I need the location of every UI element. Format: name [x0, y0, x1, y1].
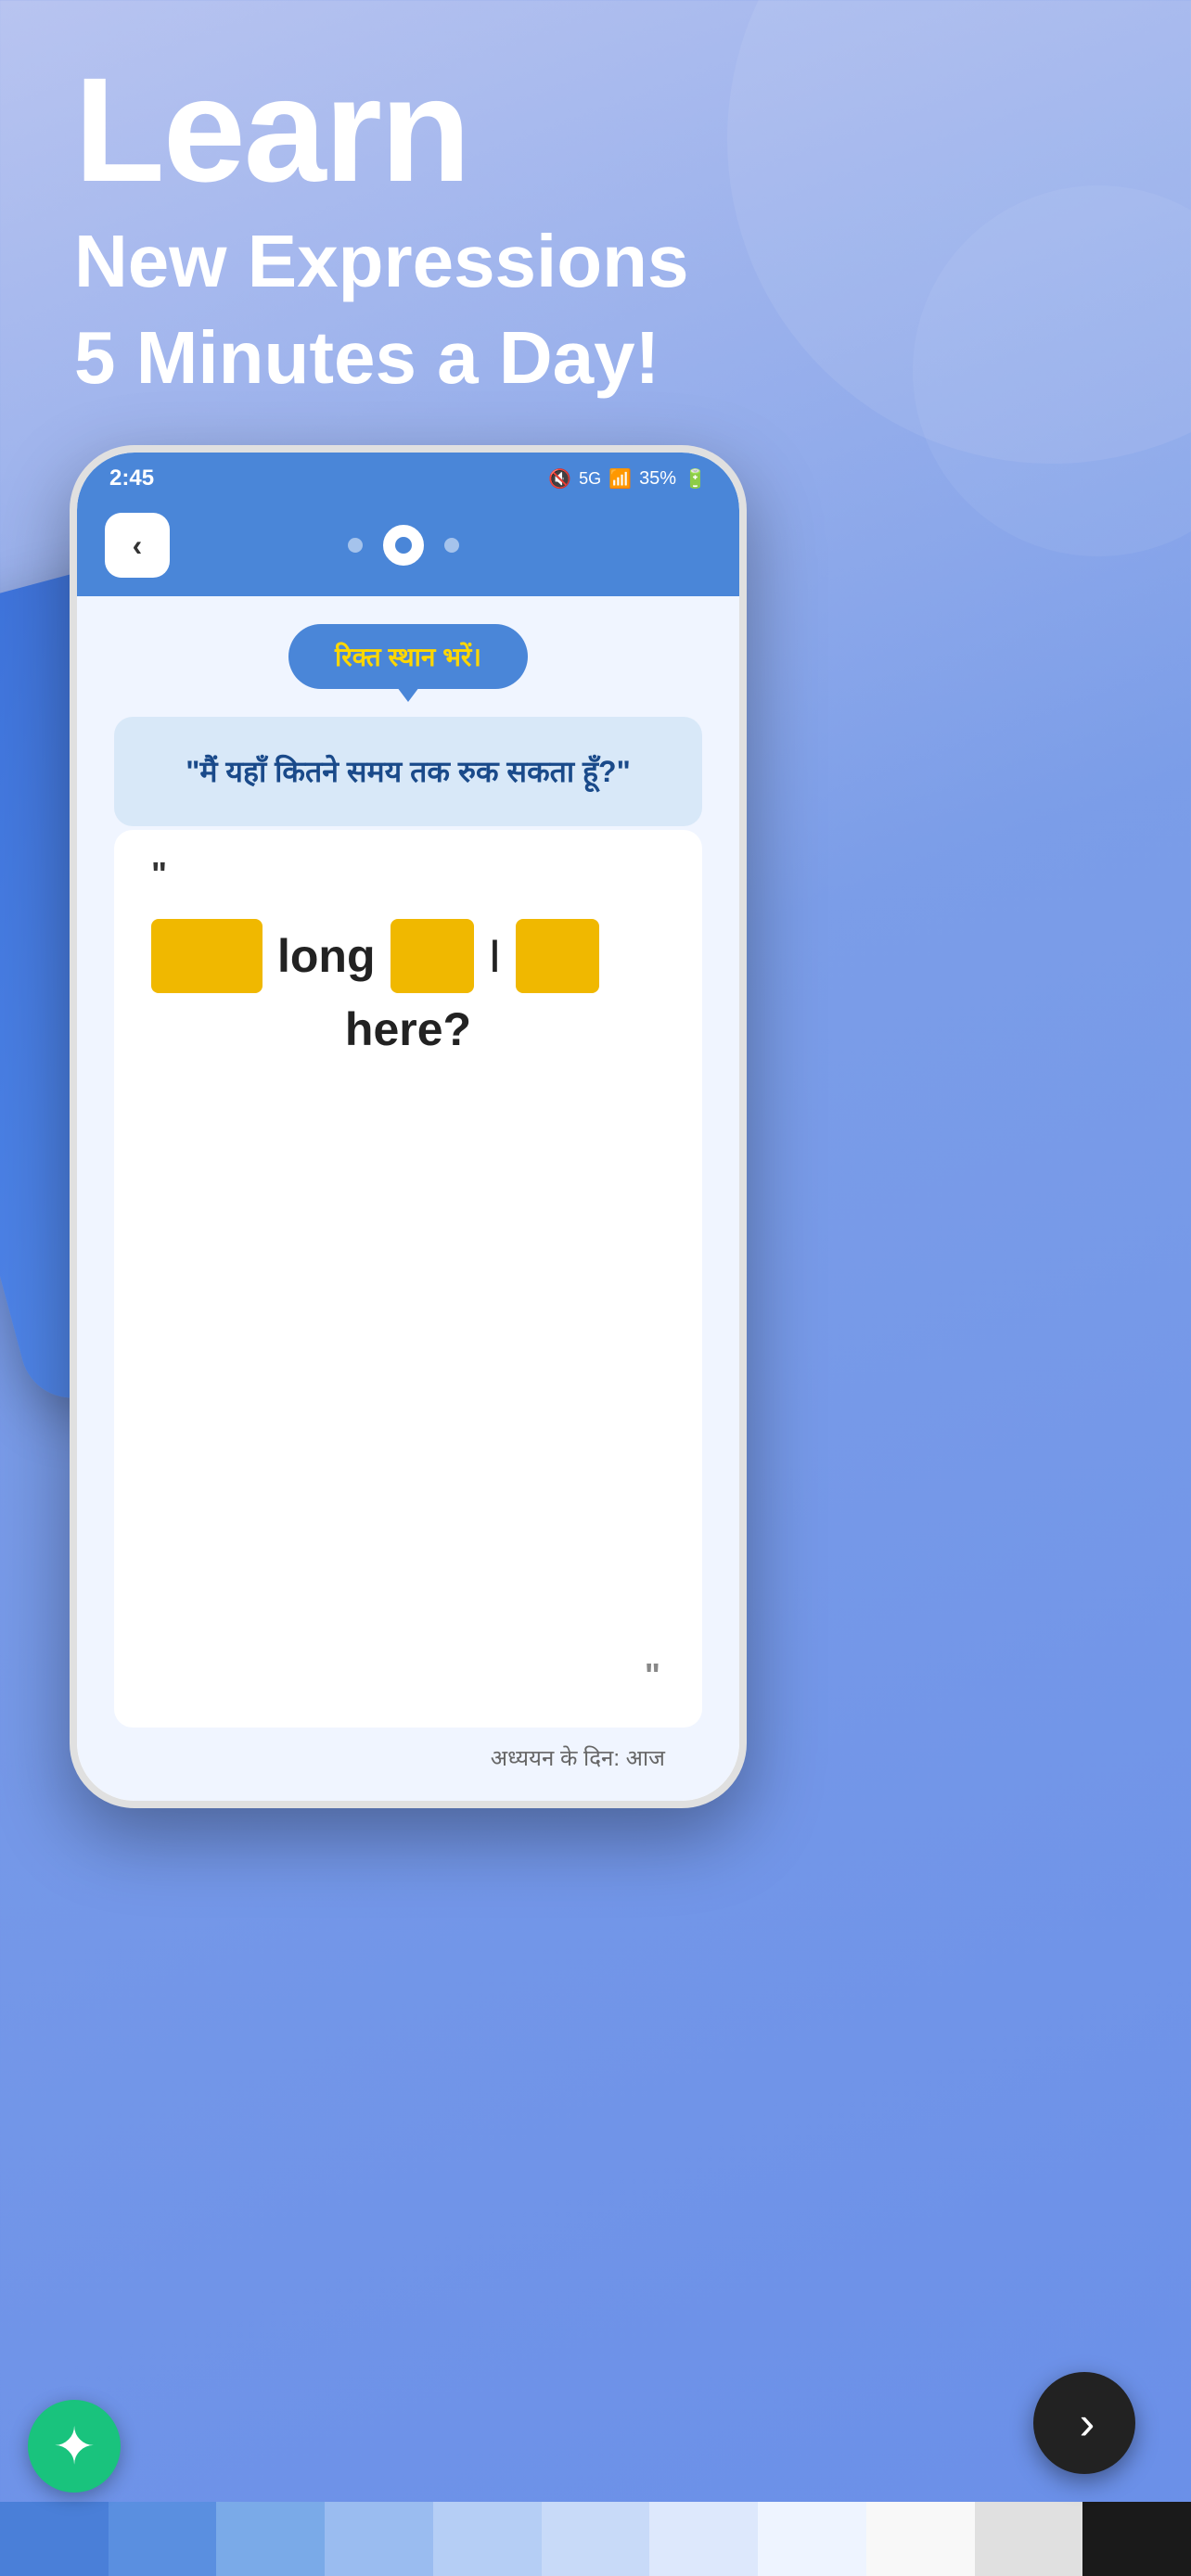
strip-3: [216, 2502, 325, 2576]
strip-5: [433, 2502, 542, 2576]
strip-2: [109, 2502, 217, 2576]
strip-6: [542, 2502, 650, 2576]
strip-7: [649, 2502, 758, 2576]
hero-subtitle-line1: New Expressions: [74, 220, 689, 302]
status-bar: 2:45 🔇 5G 📶 35% 🔋: [77, 453, 739, 499]
main-phone: 2:45 🔇 5G 📶 35% 🔋 ‹ रिक्त स्थान भरें।: [70, 445, 747, 1808]
status-time: 2:45: [109, 465, 154, 491]
fill-blank-bubble: रिक्त स्थान भरें।: [288, 624, 528, 689]
quote-open: ": [151, 858, 665, 891]
word-blank-2[interactable]: [391, 919, 474, 993]
progress-dot-2-active: [383, 525, 424, 566]
strip-4: [325, 2502, 433, 2576]
answer-words-row1: long I: [151, 919, 665, 993]
chatgpt-icon[interactable]: ✦: [28, 2400, 121, 2493]
strip-10: [975, 2502, 1083, 2576]
progress-dot-1: [348, 538, 363, 553]
strip-11: [1082, 2502, 1191, 2576]
progress-dots: [348, 525, 459, 566]
word-separator: I: [489, 929, 502, 983]
study-date-label: अध्ययन के दिन: आज: [491, 1742, 702, 1773]
signal-icon: 📶: [608, 467, 632, 491]
strip-9: [866, 2502, 975, 2576]
bottom-strips: [0, 2502, 1191, 2576]
next-arrow-icon: ›: [1080, 2396, 1095, 2450]
content-area: रिक्त स्थान भरें। "मैं यहाँ कितने समय तक…: [77, 596, 739, 1801]
progress-dot-3: [444, 538, 459, 553]
hero-subtitle-line2: 5 Minutes a Day!: [74, 316, 660, 399]
quote-close: ": [645, 1656, 660, 1695]
hindi-sentence: "मैं यहाँ कितने समय तक रुक सकता हूँ?": [151, 749, 665, 794]
hero-section: Learn New Expressions 5 Minutes a Day!: [74, 56, 689, 406]
phone-screen: 2:45 🔇 5G 📶 35% 🔋 ‹ रिक्त स्थान भरें।: [77, 453, 739, 1801]
mute-icon: 🔇: [548, 467, 571, 491]
answer-words-row2: here?: [151, 1002, 665, 1056]
word-blank-1[interactable]: [151, 919, 263, 993]
status-icons: 🔇 5G 📶 35% 🔋: [548, 467, 707, 491]
word-here: here?: [345, 1002, 471, 1056]
strip-1: [0, 2502, 109, 2576]
chatgpt-logo: ✦: [53, 2417, 96, 2476]
network-label: 5G: [579, 469, 601, 489]
answer-card: " long I here? ": [114, 830, 702, 1728]
hero-subtitle: New Expressions 5 Minutes a Day!: [74, 213, 689, 406]
app-bar: ‹: [77, 499, 739, 596]
battery-label: 35%: [639, 468, 676, 490]
battery-icon: 🔋: [684, 467, 707, 491]
word-long: long: [277, 929, 376, 983]
hero-learn-title: Learn: [74, 56, 689, 204]
word-blank-3[interactable]: [516, 919, 599, 993]
back-button[interactable]: ‹: [105, 513, 170, 578]
strip-8: [758, 2502, 866, 2576]
sentence-card: "मैं यहाँ कितने समय तक रुक सकता हूँ?": [114, 717, 702, 826]
next-button[interactable]: ›: [1033, 2372, 1135, 2474]
